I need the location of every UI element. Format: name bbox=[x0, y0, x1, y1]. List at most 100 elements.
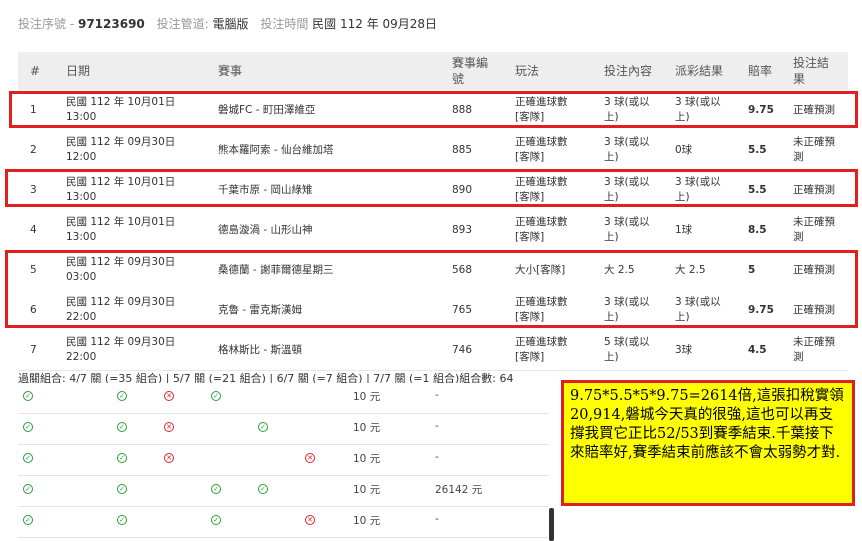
table-row: 4 民國 112 年 10月01日 13:00 德島漩渦 - 山形山神 893 … bbox=[18, 210, 848, 251]
cell-match: 千葉市原 - 岡山綠雉 bbox=[218, 183, 313, 196]
serial-value: 97123690 bbox=[77, 17, 145, 31]
time-value: 民國 112 年 09月28日 bbox=[312, 17, 438, 31]
check-icon: ✓ bbox=[117, 391, 127, 401]
check-icon: ✓ bbox=[23, 515, 33, 525]
cell-date: 民國 112 年 09月30日 12:00 bbox=[66, 136, 176, 163]
cell-date: 民國 112 年 10月01日 13:00 bbox=[66, 216, 176, 243]
check-icon: ✓ bbox=[23, 453, 33, 463]
table-row: 6 民國 112 年 09月30日 22:00 克魯 - 雷克斯漢姆 765 正… bbox=[18, 290, 848, 331]
table-header: # 日期 賽事 賽事編號 玩法 投注內容 派彩結果 賠率 投注結果 bbox=[18, 52, 848, 90]
cell-outcome: 正確預測 bbox=[793, 103, 835, 116]
cell-match: 克魯 - 雷克斯漢姆 bbox=[218, 303, 302, 316]
cell-num: 4 bbox=[30, 223, 37, 236]
table-row: 2 民國 112 年 09月30日 12:00 熊本羅阿索 - 仙台維加塔 88… bbox=[18, 130, 848, 171]
cell-code: 885 bbox=[452, 143, 473, 156]
cell-code: 890 bbox=[452, 183, 473, 196]
check-icon: ✓ bbox=[23, 484, 33, 494]
cell-play: 正確進球數 [客隊] bbox=[515, 336, 568, 363]
cell-match: 桑德蘭 - 謝菲爾德星期三 bbox=[218, 263, 334, 276]
cell-bet: 大 2.5 bbox=[604, 263, 635, 276]
table-row: 3 民國 112 年 10月01日 13:00 千葉市原 - 岡山綠雉 890 … bbox=[18, 170, 848, 211]
cell-play: 正確進球數 [客隊] bbox=[515, 216, 568, 243]
cell-outcome: 正確預測 bbox=[793, 303, 835, 316]
cell-bet: 3 球(或以上) bbox=[604, 136, 650, 163]
cell-num: 1 bbox=[30, 103, 37, 116]
channel-value: 電腦版 bbox=[212, 17, 249, 31]
combo-amount: 10 元 bbox=[353, 391, 381, 403]
combo-row: ✓ ✓ ✓ ✕ 10 元 - bbox=[18, 507, 548, 538]
cell-match: 熊本羅阿索 - 仙台維加塔 bbox=[218, 143, 334, 156]
combo-winnings: - bbox=[435, 451, 439, 463]
cross-icon: ✕ bbox=[305, 515, 315, 525]
cell-odds: 9.75 bbox=[748, 103, 774, 116]
cell-num: 3 bbox=[30, 183, 37, 196]
annotation-note: 9.75*5.5*5*9.75=2614倍,這張扣稅實領20,914,磐城今天真… bbox=[561, 380, 855, 506]
cell-result: 3 球(或以上) bbox=[675, 296, 721, 323]
cell-odds: 5 bbox=[748, 263, 756, 276]
check-icon: ✓ bbox=[117, 484, 127, 494]
cell-result: 1球 bbox=[675, 223, 693, 236]
cell-bet: 3 球(或以上) bbox=[604, 296, 650, 323]
cell-play: 大小[客隊] bbox=[515, 263, 566, 276]
combo-winnings: - bbox=[435, 513, 439, 525]
combo-row: ✓ ✓ ✓ ✓ 10 元 26142 元 bbox=[18, 476, 548, 507]
cell-result: 0球 bbox=[675, 143, 693, 156]
combo-amount: 10 元 bbox=[353, 453, 381, 465]
check-icon: ✓ bbox=[117, 453, 127, 463]
cell-date: 民國 112 年 09月30日 22:00 bbox=[66, 296, 176, 323]
cell-code: 888 bbox=[452, 103, 473, 116]
col-result: 派彩結果 bbox=[675, 64, 724, 78]
cell-date: 民國 112 年 10月01日 13:00 bbox=[66, 96, 176, 123]
combo-amount: 10 元 bbox=[353, 515, 381, 527]
cell-code: 568 bbox=[452, 263, 473, 276]
col-odds: 賠率 bbox=[748, 64, 773, 78]
col-play: 玩法 bbox=[515, 64, 540, 78]
check-icon: ✓ bbox=[258, 484, 268, 494]
cell-bet: 5 球(或以上) bbox=[604, 336, 650, 363]
combo-row: ✓ ✓ ✕ ✓ 10 元 - bbox=[18, 414, 548, 445]
cell-outcome: 正確預測 bbox=[793, 263, 835, 276]
time-label: 投注時間 bbox=[260, 17, 309, 31]
col-date: 日期 bbox=[66, 64, 91, 78]
channel-label: 投注管道: bbox=[156, 17, 209, 31]
cell-num: 2 bbox=[30, 143, 37, 156]
cell-date: 民國 112 年 09月30日 03:00 bbox=[66, 256, 176, 283]
cell-odds: 8.5 bbox=[748, 223, 767, 236]
cell-result: 大 2.5 bbox=[675, 263, 706, 276]
combo-amount: 10 元 bbox=[353, 422, 381, 434]
col-outcome: 投注結果 bbox=[793, 56, 830, 86]
cell-odds: 4.5 bbox=[748, 343, 767, 356]
cell-date: 民國 112 年 09月30日 22:00 bbox=[66, 336, 176, 363]
table-row: 1 民國 112 年 10月01日 13:00 磐城FC - 町田澤維亞 888… bbox=[18, 90, 848, 131]
cell-result: 3 球(或以上) bbox=[675, 176, 721, 203]
cell-play: 正確進球數 [客隊] bbox=[515, 96, 568, 123]
table-row: 5 民國 112 年 09月30日 03:00 桑德蘭 - 謝菲爾德星期三 56… bbox=[18, 250, 848, 291]
cell-bet: 3 球(或以上) bbox=[604, 176, 650, 203]
cell-result: 3球 bbox=[675, 343, 693, 356]
cell-play: 正確進球數 [客隊] bbox=[515, 136, 568, 163]
col-match: 賽事 bbox=[218, 64, 243, 78]
check-icon: ✓ bbox=[23, 391, 33, 401]
check-icon: ✓ bbox=[211, 515, 221, 525]
cell-play: 正確進球數 [客隊] bbox=[515, 176, 568, 203]
scrollbar-thumb[interactable] bbox=[549, 508, 554, 541]
combo-winnings: 26142 元 bbox=[435, 484, 483, 496]
cell-num: 5 bbox=[30, 263, 37, 276]
cell-outcome: 正確預測 bbox=[793, 183, 835, 196]
combo-row: ✓ ✓ ✕ ✓ 10 元 - bbox=[18, 383, 548, 414]
bet-header: 投注序號 - 97123690 投注管道: 電腦版 投注時間 民國 112 年 … bbox=[18, 15, 445, 32]
cell-date: 民國 112 年 10月01日 13:00 bbox=[66, 176, 176, 203]
combo-winnings: - bbox=[435, 420, 439, 432]
cell-odds: 9.75 bbox=[748, 303, 774, 316]
col-bet: 投注內容 bbox=[604, 64, 653, 78]
check-icon: ✓ bbox=[23, 422, 33, 432]
cell-outcome: 未正確預測 bbox=[793, 136, 835, 163]
cell-bet: 3 球(或以上) bbox=[604, 216, 650, 243]
col-num: # bbox=[30, 64, 41, 78]
cell-num: 7 bbox=[30, 343, 37, 356]
cell-match: 磐城FC - 町田澤維亞 bbox=[218, 103, 316, 116]
check-icon: ✓ bbox=[117, 515, 127, 525]
combo-row: ✓ ✓ ✕ ✕ 10 元 - bbox=[18, 445, 548, 476]
check-icon: ✓ bbox=[211, 484, 221, 494]
cell-code: 893 bbox=[452, 223, 473, 236]
